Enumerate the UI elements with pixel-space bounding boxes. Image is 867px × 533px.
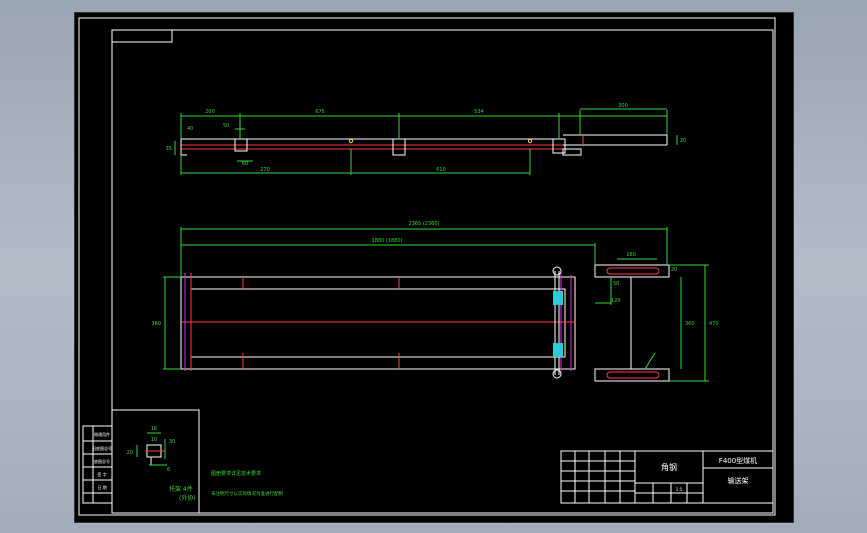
detail-caption-2: (外协) xyxy=(179,494,196,502)
left-table-row-2: 旧底图总号 xyxy=(92,445,112,451)
left-table-row-4: 签 字 xyxy=(97,471,106,477)
dim-675: 675 xyxy=(315,109,325,115)
cad-drawing: 200 675 534 300 40 50 35 60 270 610 20 2… xyxy=(78,17,776,516)
left-table-row-3: 底图总号 xyxy=(94,458,110,464)
dim-120: 120 xyxy=(611,298,621,304)
dim-slot: 160 xyxy=(626,252,636,258)
dim-20: 20 xyxy=(680,138,686,144)
dim-300: 300 xyxy=(618,103,628,109)
dim-35: 35 xyxy=(166,146,172,152)
dim-610: 610 xyxy=(436,167,446,173)
detail-view: 16 10 30 20 6 托架 4件 (外协) xyxy=(111,409,200,514)
plan-view: 2365 (2360) 1880 (1880) 160 50 120 20 36… xyxy=(151,221,719,382)
dim-height-right: 360 xyxy=(685,321,695,327)
product-name: F400型煤机 xyxy=(719,456,757,465)
detail-caption: 托架 4件 xyxy=(169,485,193,493)
detail-dim-6: 6 xyxy=(167,467,170,473)
dim-height: 360 xyxy=(151,321,161,327)
side-view: 200 675 534 300 40 50 35 60 270 610 20 xyxy=(166,103,686,175)
dim-20-plan: 20 xyxy=(671,267,677,273)
material-label: 角钢 xyxy=(661,462,677,472)
left-table-row-1: 借通用件 xyxy=(94,431,110,437)
dim-50-plan: 50 xyxy=(613,281,619,287)
note-line-1: 图册要求详见技术要求 xyxy=(211,470,261,477)
detail-dim-30: 30 xyxy=(169,439,175,445)
dim-overall: 2365 (2360) xyxy=(409,221,440,227)
note-line-2: 未注明尺寸以实际情况为准进行配制 xyxy=(211,490,283,497)
dim-inner: 1880 (1880) xyxy=(372,238,403,244)
drawing-sheet: 200 675 534 300 40 50 35 60 270 610 20 2… xyxy=(74,12,794,523)
dim-height-far: 470 xyxy=(709,321,719,327)
corner-code-box xyxy=(111,29,173,43)
dim-40: 40 xyxy=(187,126,193,132)
dim-200: 200 xyxy=(205,109,215,115)
dim-60: 60 xyxy=(242,161,248,167)
scale-value: 1:5 xyxy=(676,487,683,492)
left-table xyxy=(82,425,113,504)
detail-dim-10: 10 xyxy=(151,437,157,443)
part-name: 输送架 xyxy=(728,476,749,485)
left-table-row-5: 日 期 xyxy=(97,484,106,490)
detail-dim-20: 20 xyxy=(127,450,133,456)
dim-270: 270 xyxy=(260,167,270,173)
detail-dim-16: 16 xyxy=(151,426,157,432)
dim-50: 50 xyxy=(223,123,229,129)
dim-534: 534 xyxy=(474,109,484,115)
